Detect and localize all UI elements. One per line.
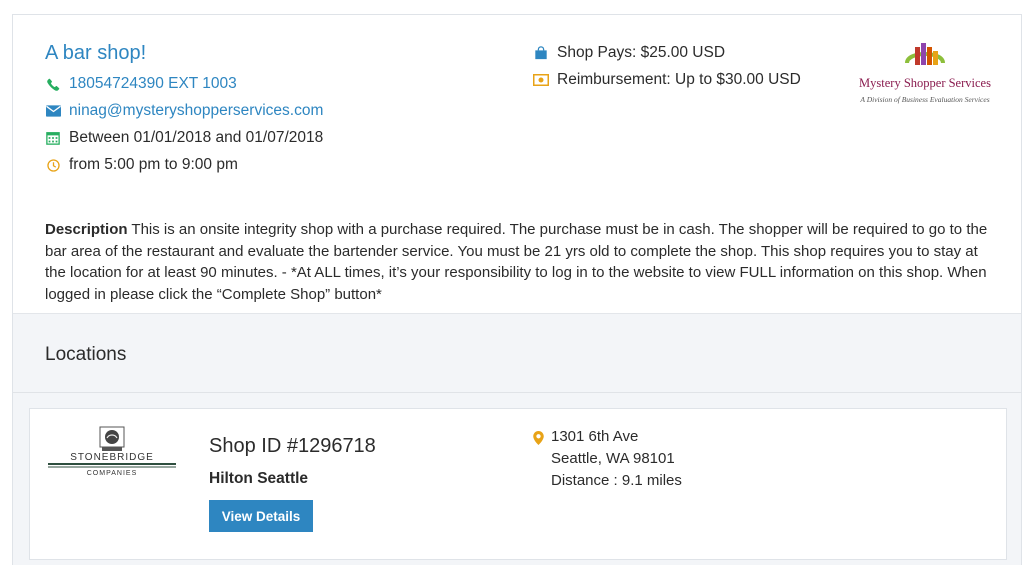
logo-name: Mystery Shopper Services: [859, 76, 991, 90]
dates-line: Between 01/01/2018 and 01/07/2018: [45, 128, 323, 148]
bars-logo-icon: [905, 43, 945, 65]
stonebridge-sub: COMPANIES: [86, 470, 138, 477]
date-range: Between 01/01/2018 and 01/07/2018: [69, 129, 324, 146]
locations-heading: Locations: [45, 344, 127, 365]
mystery-shopper-logo: Mystery Shopper Services A Division of B…: [859, 39, 991, 111]
distance: Distance : 9.1 miles: [551, 472, 682, 489]
clock-icon: [45, 157, 61, 173]
pays-line: Shop Pays: $25.00 USD: [533, 43, 725, 63]
money-bill-icon: [533, 72, 549, 88]
address-line1: 1301 6th Ave: [551, 428, 639, 445]
shopping-bag-icon: [533, 45, 549, 61]
description-label: Description: [45, 221, 128, 238]
shop-card: A bar shop! 18054724390 EXT 1003 ninag@m…: [12, 14, 1022, 565]
logo-subtitle: A Division of Business Evaluation Servic…: [860, 95, 990, 104]
time-line: from 5:00 pm to 9:00 pm: [45, 155, 238, 175]
description: Description This is an onsite integrity …: [45, 219, 995, 305]
time-window: from 5:00 pm to 9:00 pm: [69, 156, 238, 173]
email-line[interactable]: ninag@mysteryshopperservices.com: [45, 101, 323, 121]
email-address[interactable]: ninag@mysteryshopperservices.com: [69, 102, 323, 120]
stonebridge-name: STONEBRIDGE: [70, 452, 154, 463]
description-text: This is an onsite integrity shop with a …: [45, 221, 988, 303]
envelope-icon: [45, 103, 61, 119]
shop-id: Shop ID #1296718: [209, 435, 376, 457]
map-pin-icon: [533, 430, 545, 445]
phone-number[interactable]: 18054724390 EXT 1003: [69, 75, 237, 93]
location-card: STONEBRIDGE COMPANIES Shop ID #1296718 H…: [29, 408, 1007, 560]
shop-title[interactable]: A bar shop!: [45, 42, 146, 65]
shop-pays: Shop Pays: $25.00 USD: [557, 44, 726, 61]
shop-summary: A bar shop! 18054724390 EXT 1003 ninag@m…: [13, 15, 1021, 313]
reimbursement: Reimbursement: Up to $30.00 USD: [557, 71, 801, 88]
locations-section: Locations STONEBRIDGE COMPANIES Shop ID …: [13, 313, 1021, 565]
stonebridge-logo: STONEBRIDGE COMPANIES: [46, 423, 178, 483]
calendar-icon: [45, 130, 61, 146]
phone-line[interactable]: 18054724390 EXT 1003: [45, 74, 237, 94]
address-line2: Seattle, WA 98101: [551, 450, 675, 467]
view-details-button[interactable]: View Details: [209, 500, 313, 532]
location-name: Hilton Seattle: [209, 470, 309, 487]
divider: [13, 392, 1021, 393]
reimbursement-line: Reimbursement: Up to $30.00 USD: [533, 70, 801, 90]
phone-icon: [45, 76, 61, 92]
address-block: 1301 6th Ave Seattle, WA 98101 Distance …: [533, 426, 682, 492]
